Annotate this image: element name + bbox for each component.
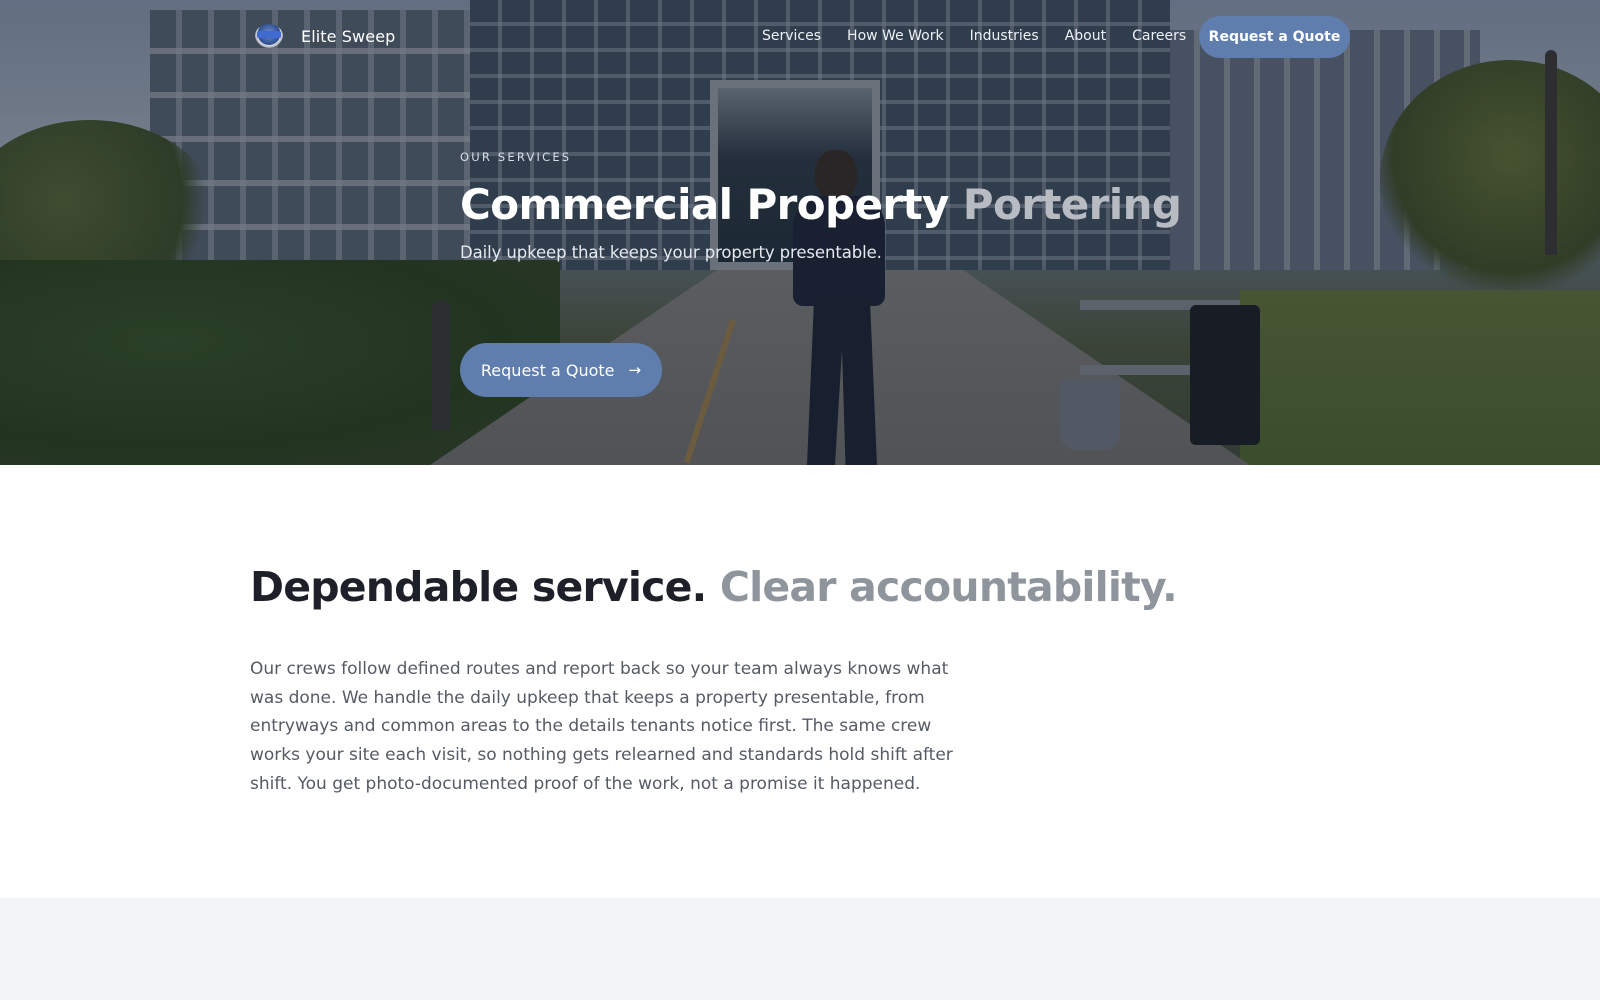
section-title: Dependable service. Clear accountability… [250,563,1178,611]
arrow-right-icon: → [628,360,642,379]
hero-request-quote-button[interactable]: Request a Quote → [460,343,662,397]
nav-link-industries[interactable]: Industries [970,28,1039,44]
hero-content: OUR SERVICES Commercial Property Porteri… [460,150,1182,262]
top-nav: Elite Sweep Services How We Work Industr… [0,0,1600,72]
nav-link-services[interactable]: Services [762,28,821,44]
nav-link-about[interactable]: About [1065,28,1106,44]
section-body: Our crews follow defined routes and repo… [250,659,953,794]
next-section-band [0,898,1600,1000]
brand-name: Elite Sweep [301,26,396,46]
nav-link-careers[interactable]: Careers [1132,28,1186,44]
hero-title: Commercial Property Portering [460,180,1182,229]
accountability-section: Dependable service. Clear accountability… [0,465,1600,898]
section-title-main: Dependable service. [250,563,707,611]
nav-request-quote-button[interactable]: Request a Quote [1199,16,1350,58]
nav-link-how-we-work[interactable]: How We Work [847,28,944,44]
brand[interactable]: Elite Sweep [253,22,395,50]
nav-links: Services How We Work Industries About Ca… [762,28,1212,44]
elite-sweep-logo-icon [253,22,285,50]
section-title-accent: Clear accountability. [719,563,1178,611]
hero-eyebrow: OUR SERVICES [460,150,572,164]
hero-title-accent: Portering [962,180,1182,229]
hero-title-main: Commercial Property [460,180,949,229]
hero-subtitle: Daily upkeep that keeps your property pr… [460,243,882,262]
hero-cta-label: Request a Quote [480,360,615,380]
